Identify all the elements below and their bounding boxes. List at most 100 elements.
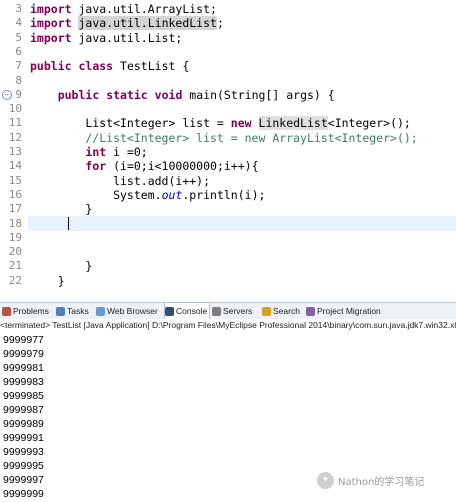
tab-problems[interactable]: Problems (2, 303, 52, 319)
line-number: 18 (8, 216, 22, 230)
tab-search[interactable]: Search (262, 303, 302, 319)
line-number: 13 (8, 145, 22, 158)
code-token: } (30, 273, 65, 288)
text-caret (68, 216, 69, 230)
watermark-text: Nathon的学习笔记 (338, 476, 425, 488)
tab-label: Search (273, 306, 300, 316)
line-number: 4 (15, 16, 22, 30)
line-number: 20 (8, 245, 22, 259)
tab-servers[interactable]: Servers (212, 303, 258, 319)
code-token: import (30, 30, 72, 45)
code-token: void (154, 87, 183, 102)
console-tab-bar: Problems Tasks Web Browser Console Servers Se… (0, 302, 456, 320)
code-token: import (30, 16, 72, 31)
code-token: class (78, 59, 114, 74)
line-number: 21 (8, 259, 22, 273)
web-browser-icon (96, 306, 105, 316)
code-line: //List<Integer> list = new ArrayList<Int… (30, 131, 456, 145)
line-number-gutter: 3 4 5 6 7 8 9−10 11 12 13 14 15 16 17 18 19 20 21 22 (0, 0, 28, 295)
code-token: LinkedList (258, 116, 328, 131)
servers-icon (212, 306, 221, 316)
code-line: List<Integer> list = new LinkedList<Inte… (30, 116, 456, 131)
code-token: //List<Integer> list = new ArrayList<Int… (30, 130, 418, 145)
console-output-line: 9999993 (3, 446, 44, 458)
code-line: } (30, 274, 456, 288)
console-status-line: <terminated> TestList [Java Application]… (0, 319, 456, 331)
console-output-line: 9999985 (3, 390, 44, 402)
tab-label: Project Migration (317, 306, 381, 316)
tab-tasks[interactable]: Tasks (56, 303, 92, 319)
line-number: 11 (8, 116, 22, 130)
code-line: import java.util.ArrayList; (30, 2, 456, 16)
tab-label: Web Browser (107, 306, 158, 316)
code-line: System.out.println(i); (30, 188, 456, 202)
code-line: } (30, 202, 456, 216)
code-line: } (30, 259, 456, 273)
search-icon (262, 306, 271, 316)
code-line: for (i=0;i<10000000;i++){ (30, 159, 456, 173)
code-token: } (30, 259, 93, 274)
tab-project-migration[interactable]: Project Migration (306, 303, 384, 319)
code-token: for (85, 159, 107, 174)
console-output-line: 9999983 (3, 376, 44, 388)
tab-label: Console (176, 306, 208, 316)
tab-web-browser[interactable]: Web Browser (96, 303, 160, 319)
code-token: main(String[] args) { (182, 87, 335, 102)
code-token: ; (216, 16, 224, 31)
console-output-line: 9999987 (3, 404, 44, 416)
code-token: System. (30, 187, 162, 202)
code-editor[interactable]: 3 4 5 6 7 8 9−10 11 12 13 14 15 16 17 18 19 20 21 22 impor… (0, 0, 456, 295)
code-token: import (30, 2, 72, 16)
code-token: i =0; (106, 145, 148, 159)
code-token: list.add(i++); (30, 173, 211, 188)
tab-console[interactable]: Console (164, 303, 210, 319)
code-token: out (161, 187, 183, 202)
code-token: .println(i); (182, 187, 266, 202)
console-output-line: 9999979 (3, 348, 44, 360)
project-migration-icon (306, 306, 315, 316)
line-number: 12 (8, 130, 22, 144)
tab-label: Servers (223, 306, 253, 316)
line-number: 22 (8, 273, 22, 287)
code-line: list.add(i++); (30, 174, 456, 188)
code-token: public (30, 59, 72, 74)
tab-label: Problems (13, 306, 49, 316)
line-number: 5 (15, 30, 22, 44)
code-line: import java.util.List; (30, 31, 456, 45)
code-token: (i=0;i<10000000;i++){ (106, 159, 259, 174)
console-output-line: 9999981 (3, 362, 44, 374)
code-token: java.util.ArrayList; (71, 2, 217, 16)
code-token: java.util.LinkedList (78, 16, 217, 31)
code-token: int (85, 145, 107, 159)
current-line-highlight (28, 215, 456, 231)
wechat-icon: ✦ (317, 471, 334, 489)
console-output-line: 9999977 (3, 334, 44, 346)
console-output-line: 9999989 (3, 418, 44, 430)
code-token: List<Integer> list = (30, 116, 231, 131)
line-number: 3 (15, 2, 22, 15)
console-output-line: 9999991 (3, 432, 44, 444)
line-number: 17 (8, 202, 22, 216)
code-token: } (30, 202, 93, 217)
console-output-line: 9999997 (3, 474, 44, 486)
line-number: 14 (8, 159, 22, 173)
console-output-line: 9999999 (3, 488, 44, 500)
line-number: 16 (8, 187, 22, 201)
code-token: <Integer>(); (327, 116, 411, 131)
tasks-icon (56, 306, 65, 316)
code-line: public class TestList { (30, 59, 456, 73)
fold-toggle-icon[interactable]: − (2, 89, 12, 100)
tab-label: Tasks (67, 306, 89, 316)
line-number: 15 (8, 173, 22, 187)
console-icon (165, 306, 174, 316)
code-token: java.util.List; (71, 30, 183, 45)
line-number: 6 (15, 44, 22, 58)
code-token: TestList { (113, 59, 190, 74)
watermark: ✦ Nathon的学习笔记 (317, 470, 424, 490)
line-number: 8 (15, 73, 22, 87)
console-output-line: 9999995 (3, 460, 44, 472)
